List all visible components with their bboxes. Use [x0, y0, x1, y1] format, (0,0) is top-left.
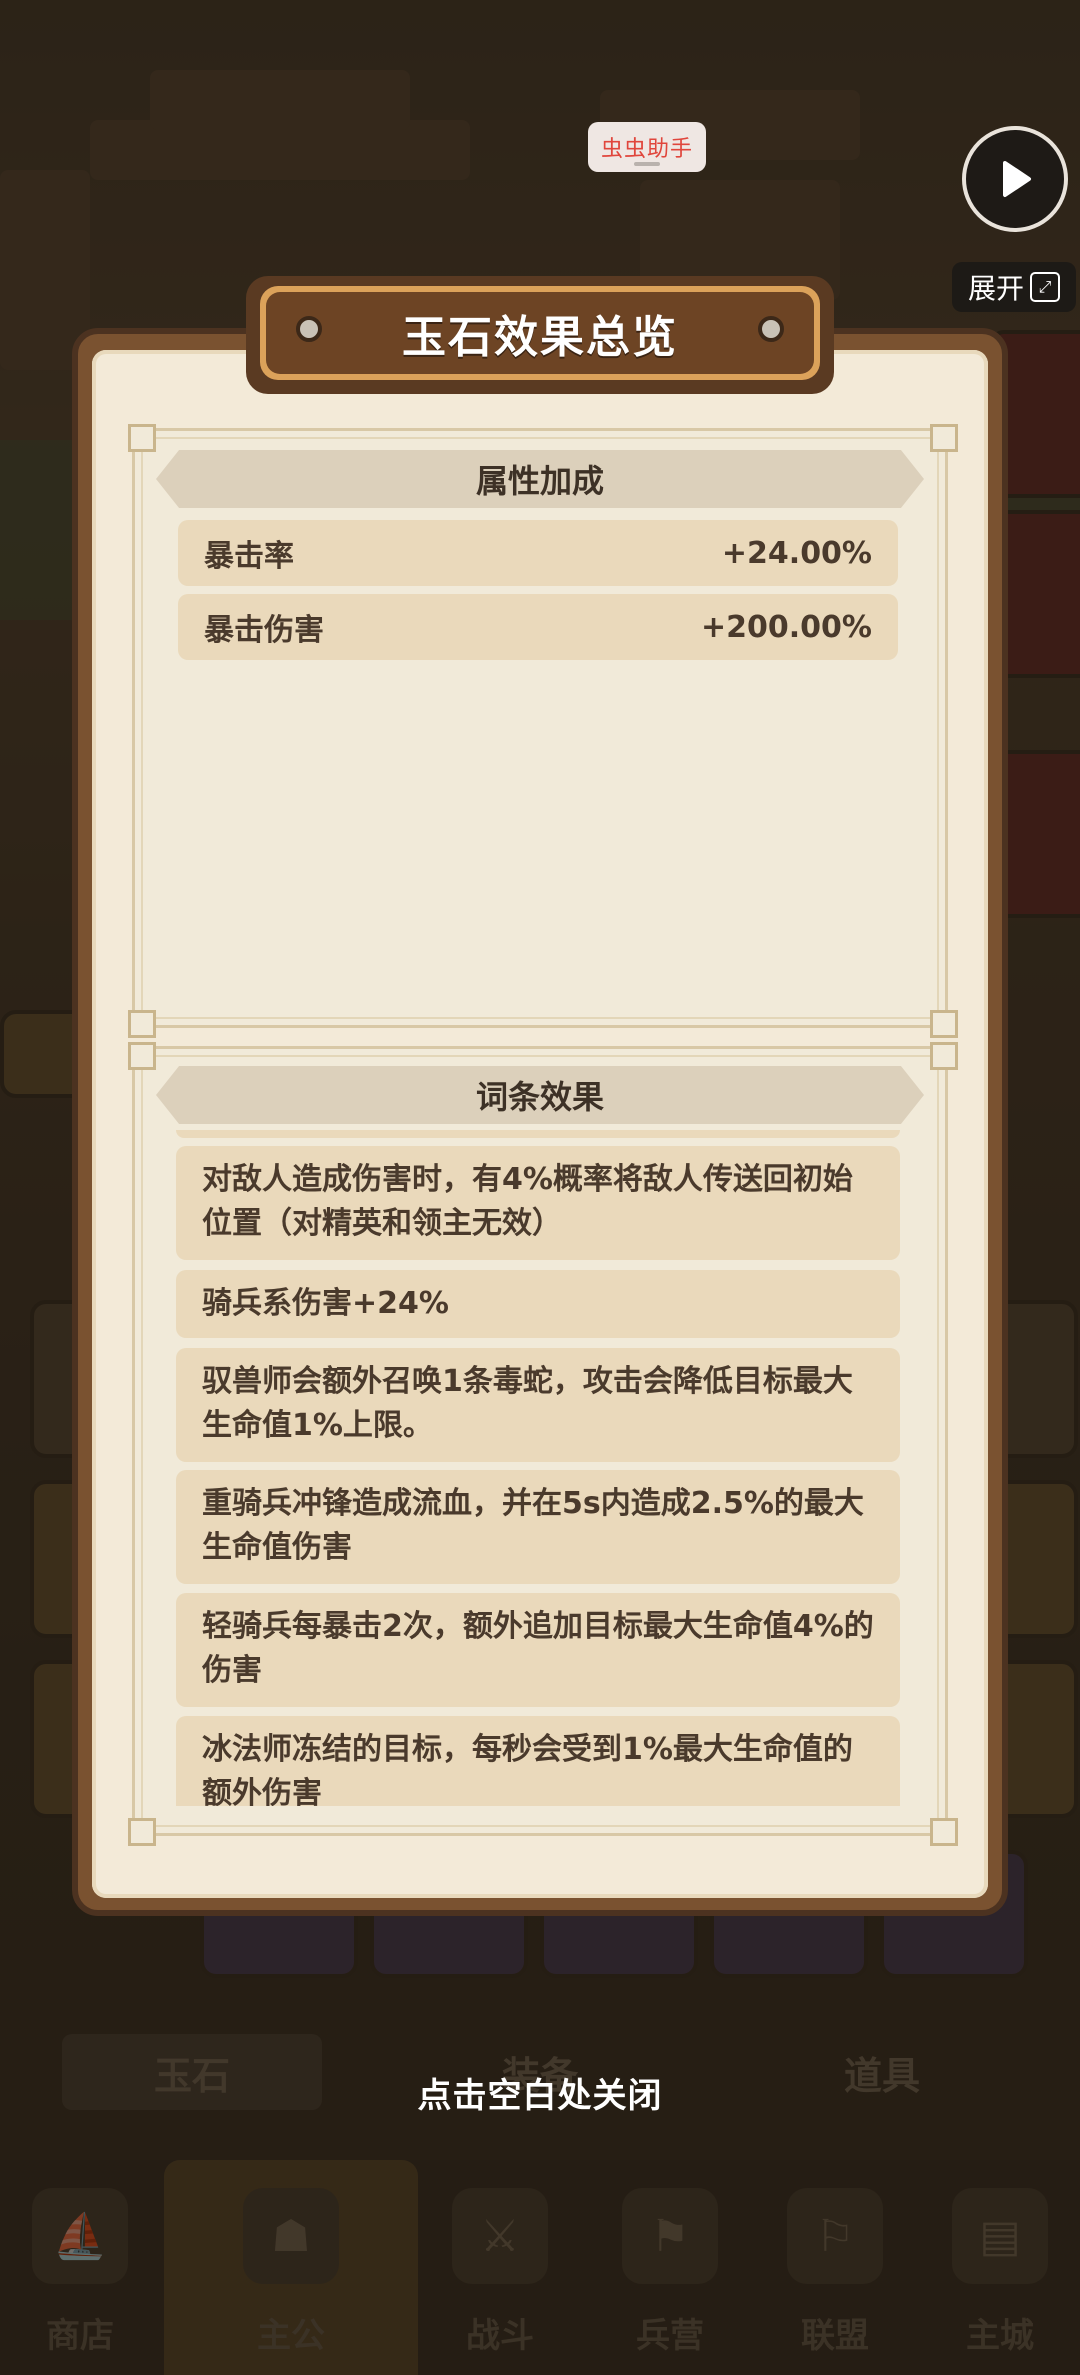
effects-list[interactable]: 对敌人造成伤害时，有4%概率将敌人传送回初始位置（对精英和领主无效） 骑兵系伤害…	[176, 1130, 900, 1806]
attribute-row: 暴击率 +24.00%	[178, 520, 898, 586]
list-item: 轻骑兵每暴击2次，额外追加目标最大生命值4%的伤害	[176, 1593, 900, 1707]
list-item: 对敌人造成伤害时，有4%概率将敌人传送回初始位置（对精英和领主无效）	[176, 1146, 900, 1260]
panel-title: 玉石效果总览	[266, 292, 814, 374]
list-item: 冰法师冻结的目标，每秒会受到1%最大生命值的额外伤害	[176, 1716, 900, 1806]
play-icon	[1003, 161, 1031, 197]
effects-section-title: 词条效果	[156, 1066, 924, 1124]
expand-button[interactable]: 展开 ⤢	[952, 262, 1076, 312]
panel-title-plate: 玉石效果总览	[246, 276, 834, 394]
app-tag[interactable]: 虫虫助手	[588, 122, 706, 172]
attributes-box	[132, 428, 948, 1028]
attribute-value: +200.00%	[701, 609, 872, 645]
list-item: 骑兵系伤害+24%	[176, 1270, 900, 1338]
expand-icon: ⤢	[1030, 272, 1060, 302]
attributes-section-title: 属性加成	[156, 450, 924, 508]
attribute-value: +24.00%	[721, 535, 872, 571]
list-item: 重骑兵冲锋造成流血，并在5s内造成2.5%的最大生命值伤害	[176, 1470, 900, 1584]
close-hint: 点击空白处关闭	[417, 2076, 663, 2116]
list-item: 驭兽师会额外召唤1条毒蛇，攻击会降低目标最大生命值1%上限。	[176, 1348, 900, 1462]
play-button[interactable]	[962, 126, 1068, 232]
attribute-name: 暴击伤害	[204, 613, 324, 648]
rivet-left	[296, 316, 322, 342]
expand-label: 展开	[967, 272, 1024, 305]
rivet-right	[758, 316, 784, 342]
attribute-row: 暴击伤害 +200.00%	[178, 594, 898, 660]
attribute-name: 暴击率	[204, 539, 294, 574]
list-item-partial	[176, 1130, 900, 1138]
